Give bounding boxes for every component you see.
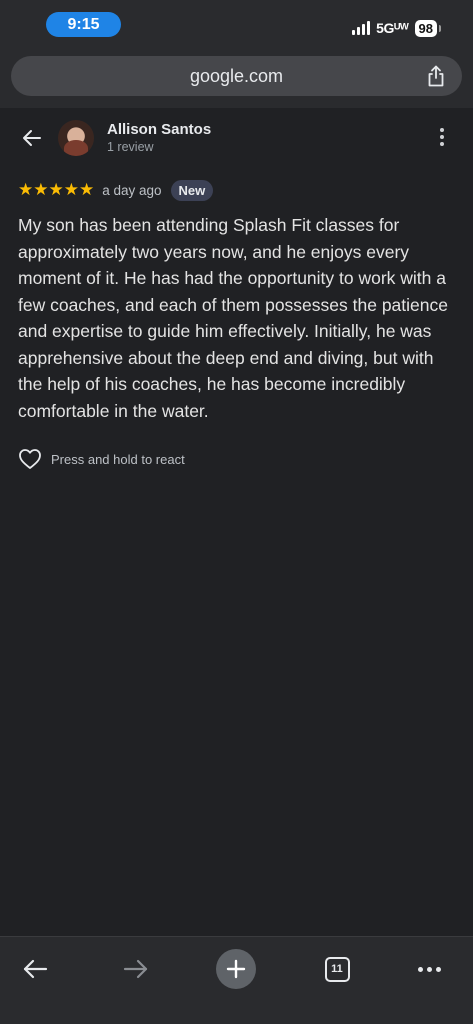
reviewer-name[interactable]: Allison Santos xyxy=(107,121,211,138)
menu-dot-icon xyxy=(426,966,432,972)
browser-top-chrome: 9:15 5Gᵁᵂ 98 google.com xyxy=(0,0,473,108)
avatar[interactable] xyxy=(58,120,94,156)
react-label: Press and hold to react xyxy=(51,451,185,467)
star-rating: ★★★★★ xyxy=(18,180,95,199)
page: 9:15 5Gᵁᵂ 98 google.com Allison Santos 1… xyxy=(0,0,473,1024)
heart-icon xyxy=(19,449,41,469)
nav-forward-button[interactable] xyxy=(116,949,156,989)
url-bar[interactable]: google.com xyxy=(11,56,462,96)
menu-dot-icon xyxy=(435,966,441,972)
menu-dot-icon xyxy=(417,966,423,972)
new-badge: New xyxy=(170,179,214,201)
more-menu-button[interactable] xyxy=(409,949,449,989)
share-icon[interactable] xyxy=(426,65,446,87)
reviewer-review-count: 1 review xyxy=(107,140,154,154)
plus-icon xyxy=(226,959,246,979)
tab-count: 11 xyxy=(324,956,350,982)
cellular-signal-icon xyxy=(352,21,371,35)
arrow-left-icon xyxy=(23,959,48,979)
review-body: My son has been attending Splash Fit cla… xyxy=(18,215,448,421)
react-button[interactable]: Press and hold to react xyxy=(18,446,185,472)
battery-indicator: 98 xyxy=(414,19,442,37)
arrow-right-icon xyxy=(123,959,148,979)
nav-back-button[interactable] xyxy=(15,949,55,989)
status-time: 9:15 xyxy=(46,12,121,37)
new-tab-button[interactable] xyxy=(216,949,256,989)
status-indicators: 5Gᵁᵂ 98 xyxy=(352,18,442,38)
more-options-icon[interactable] xyxy=(436,128,448,150)
url-domain: google.com xyxy=(189,65,284,86)
rating-row: ★★★★★ a day ago New xyxy=(18,179,214,201)
bottom-toolbar: 11 xyxy=(0,936,473,1024)
back-arrow-icon[interactable] xyxy=(20,126,44,150)
network-type: 5Gᵁᵂ xyxy=(376,20,409,36)
review-date: a day ago xyxy=(102,182,162,198)
tab-switcher-button[interactable]: 11 xyxy=(317,949,357,989)
